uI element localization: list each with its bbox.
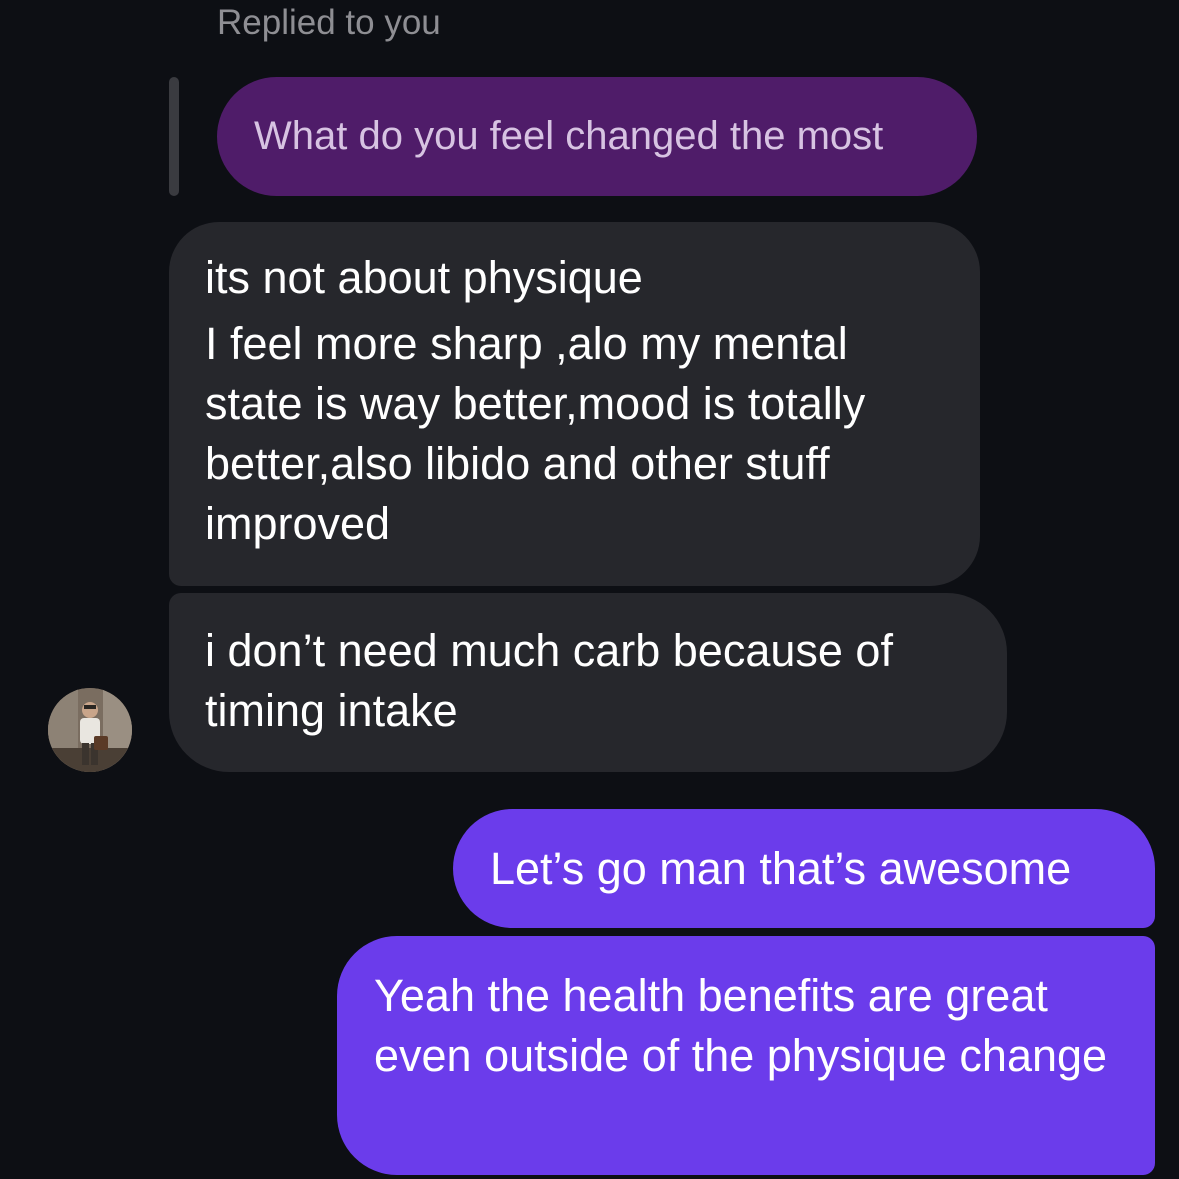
- outgoing-message-bubble[interactable]: Let’s go man that’s awesome: [453, 809, 1155, 928]
- message-text: Yeah the health benefits are great even …: [374, 970, 1108, 1081]
- incoming-message-bubble[interactable]: i don’t need much carb because of timing…: [169, 593, 1007, 772]
- message-text: I feel more sharp ,alo my mental state i…: [205, 318, 866, 549]
- reply-quote-bar: [169, 77, 179, 196]
- profile-photo-icon: [48, 688, 132, 772]
- outgoing-message-bubble[interactable]: Yeah the health benefits are great even …: [337, 936, 1155, 1175]
- message-text: its not about physique: [205, 252, 643, 303]
- message-text: i don’t need much carb because of timing…: [205, 625, 893, 736]
- incoming-message-bubble[interactable]: its not about physique I feel more sharp…: [169, 222, 980, 586]
- quoted-message-bubble[interactable]: What do you feel changed the most: [217, 77, 977, 196]
- contact-avatar[interactable]: [48, 688, 132, 772]
- message-text: Let’s go man that’s awesome: [490, 843, 1072, 894]
- reply-label: Replied to you: [217, 3, 441, 42]
- quoted-message-text: What do you feel changed the most: [254, 114, 884, 158]
